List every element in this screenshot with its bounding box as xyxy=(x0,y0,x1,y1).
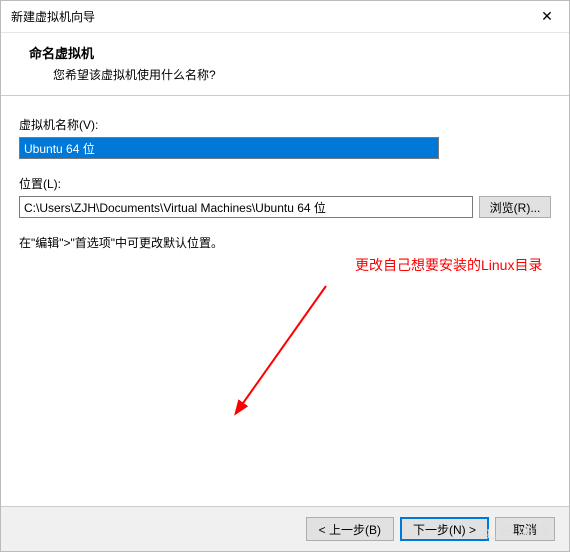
header-title: 命名虚拟机 xyxy=(29,43,551,62)
close-button[interactable]: ✕ xyxy=(525,2,569,32)
location-row: 浏览(R)... xyxy=(19,196,551,218)
titlebar: 新建虚拟机向导 ✕ xyxy=(1,1,569,33)
location-input[interactable] xyxy=(19,196,473,218)
wizard-footer: < 上一步(B) 下一步(N) > 取消 xyxy=(1,506,569,551)
next-button[interactable]: 下一步(N) > xyxy=(400,517,489,541)
back-button[interactable]: < 上一步(B) xyxy=(306,517,394,541)
wizard-header: 命名虚拟机 您希望该虚拟机使用什么名称? xyxy=(1,33,569,96)
vm-name-input[interactable] xyxy=(19,137,439,159)
annotation-text: 更改自己想要安装的Linux目录 xyxy=(355,256,555,274)
close-icon: ✕ xyxy=(541,8,553,25)
default-location-hint: 在"编辑">"首选项"中可更改默认位置。 xyxy=(19,234,551,251)
vm-name-row xyxy=(19,137,551,159)
header-description: 您希望该虚拟机使用什么名称? xyxy=(29,66,551,83)
window-title: 新建虚拟机向导 xyxy=(11,8,525,25)
location-label: 位置(L): xyxy=(19,175,551,192)
browse-button[interactable]: 浏览(R)... xyxy=(479,196,551,218)
cancel-button[interactable]: 取消 xyxy=(495,517,555,541)
annotation-arrow-icon xyxy=(201,266,341,436)
wizard-content: 虚拟机名称(V): 位置(L): 浏览(R)... 在"编辑">"首选项"中可更… xyxy=(1,96,569,506)
wizard-window: 新建虚拟机向导 ✕ 命名虚拟机 您希望该虚拟机使用什么名称? 虚拟机名称(V):… xyxy=(0,0,570,552)
vm-name-label: 虚拟机名称(V): xyxy=(19,116,551,133)
